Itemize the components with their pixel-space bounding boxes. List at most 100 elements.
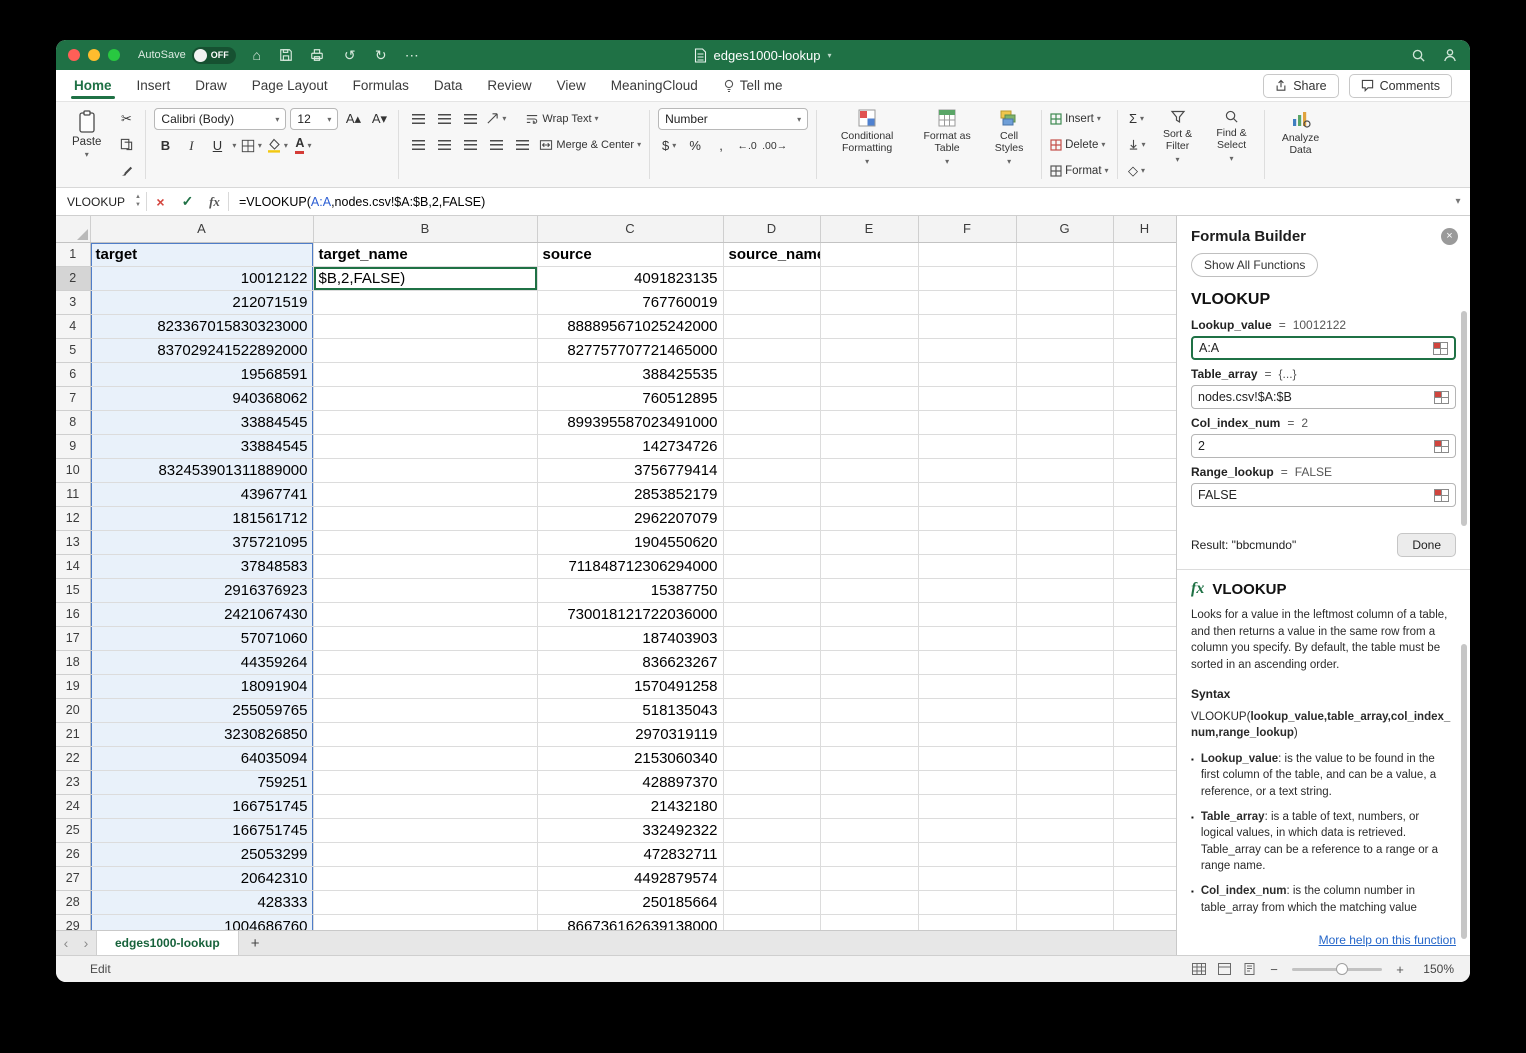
cell[interactable] [1016, 722, 1113, 746]
cell[interactable] [820, 242, 918, 266]
zoom-level[interactable]: 150% [1418, 962, 1454, 976]
format-cells-button[interactable]: Format ▾ [1050, 160, 1108, 181]
cell[interactable] [820, 530, 918, 554]
cell[interactable] [918, 698, 1016, 722]
cell[interactable] [1016, 602, 1113, 626]
decrease-font-button[interactable]: A▾ [368, 109, 390, 130]
close-formula-builder-button[interactable]: × [1441, 228, 1458, 245]
cell-target[interactable]: 181561712 [90, 506, 313, 530]
cell-source-name[interactable] [723, 890, 820, 914]
conditional-formatting-button[interactable]: Conditional Formatting ▾ [825, 108, 909, 167]
cell-target[interactable]: 212071519 [90, 290, 313, 314]
cell[interactable] [918, 674, 1016, 698]
orientation-button[interactable]: ▾ [485, 108, 507, 129]
align-center-button[interactable] [433, 134, 455, 155]
decrease-indent-button[interactable] [485, 134, 507, 155]
cell[interactable] [820, 386, 918, 410]
cell[interactable] [820, 626, 918, 650]
cell-target[interactable]: 759251 [90, 770, 313, 794]
print-icon[interactable] [310, 48, 328, 62]
share-button[interactable]: Share [1263, 74, 1338, 98]
cell-source-name[interactable] [723, 818, 820, 842]
cell[interactable] [918, 794, 1016, 818]
range-selector-icon[interactable] [1433, 342, 1448, 355]
cell-target-name[interactable] [313, 842, 537, 866]
increase-indent-button[interactable] [511, 134, 533, 155]
cell[interactable] [1016, 242, 1113, 266]
cell-source[interactable]: 142734726 [537, 434, 723, 458]
cell[interactable] [918, 338, 1016, 362]
expand-formula-bar-icon[interactable]: ▾ [1446, 188, 1470, 215]
row-header[interactable]: 16 [56, 602, 90, 626]
search-icon[interactable] [1411, 48, 1426, 63]
cell[interactable] [918, 842, 1016, 866]
cell-source[interactable]: 388425535 [537, 362, 723, 386]
column-header-a[interactable]: A [90, 216, 313, 242]
cell-source[interactable]: 21432180 [537, 794, 723, 818]
cell-source-name[interactable] [723, 434, 820, 458]
fill-color-button[interactable]: ▾ [266, 135, 288, 156]
cell-source[interactable]: 4492879574 [537, 866, 723, 890]
panel-scrollbar[interactable] [1461, 311, 1467, 526]
cell[interactable] [820, 890, 918, 914]
number-format-select[interactable]: Number ▾ [658, 108, 808, 130]
row-header[interactable]: 4 [56, 314, 90, 338]
add-sheet-button[interactable]: + [251, 935, 260, 952]
cell-source[interactable]: 472832711 [537, 842, 723, 866]
paste-button[interactable]: Paste ▾ [64, 108, 109, 161]
cell-target[interactable]: 18091904 [90, 674, 313, 698]
cell[interactable] [918, 722, 1016, 746]
normal-view-icon[interactable] [1218, 963, 1231, 975]
row-header[interactable]: 15 [56, 578, 90, 602]
cell[interactable] [820, 458, 918, 482]
font-size-select[interactable]: 12 ▾ [290, 108, 338, 130]
cell[interactable] [1113, 242, 1176, 266]
cell[interactable] [1113, 770, 1176, 794]
row-header[interactable]: 7 [56, 386, 90, 410]
cell[interactable] [918, 506, 1016, 530]
cell-target-header[interactable]: target [90, 242, 313, 266]
tab-view[interactable]: View [557, 70, 586, 101]
tab-formulas[interactable]: Formulas [353, 70, 409, 101]
cell[interactable] [820, 554, 918, 578]
align-middle-button[interactable] [433, 108, 455, 129]
cell-target-name[interactable] [313, 458, 537, 482]
cell[interactable] [1016, 890, 1113, 914]
zoom-slider[interactable] [1292, 968, 1382, 971]
cell-source-name[interactable] [723, 314, 820, 338]
cell[interactable] [820, 410, 918, 434]
zoom-in-button[interactable]: + [1394, 962, 1406, 977]
cell-source-name[interactable] [723, 722, 820, 746]
column-header-g[interactable]: G [1016, 216, 1113, 242]
cell[interactable] [1113, 482, 1176, 506]
tab-draw[interactable]: Draw [195, 70, 227, 101]
cell[interactable] [1113, 338, 1176, 362]
row-header[interactable]: 9 [56, 434, 90, 458]
cell[interactable] [820, 866, 918, 890]
cell-source[interactable]: 1904550620 [537, 530, 723, 554]
cell[interactable] [1016, 842, 1113, 866]
font-name-select[interactable]: Calibri (Body) ▾ [154, 108, 286, 130]
minimize-window-button[interactable] [88, 49, 100, 61]
autosave-toggle[interactable]: OFF [192, 47, 236, 64]
cell[interactable] [1113, 722, 1176, 746]
cell[interactable] [1113, 578, 1176, 602]
column-header-c[interactable]: C [537, 216, 723, 242]
cell-source[interactable]: 866736162639138000 [537, 914, 723, 930]
cell-target[interactable]: 10012122 [90, 266, 313, 290]
cell-source-name[interactable] [723, 914, 820, 930]
cell-target[interactable]: 832453901311889000 [90, 458, 313, 482]
align-top-button[interactable] [407, 108, 429, 129]
name-box[interactable]: VLOOKUP ▲ ▼ [56, 188, 146, 215]
cell-target[interactable]: 837029241522892000 [90, 338, 313, 362]
cell-source[interactable]: 827757707721465000 [537, 338, 723, 362]
cell[interactable] [1113, 746, 1176, 770]
underline-button[interactable]: U [206, 135, 228, 156]
cell-source-name[interactable] [723, 266, 820, 290]
clear-button[interactable]: ◇▾ [1126, 160, 1148, 181]
cell[interactable] [1016, 434, 1113, 458]
cell-target[interactable]: 166751745 [90, 794, 313, 818]
cell-target-name[interactable] [313, 530, 537, 554]
range-selector-icon[interactable] [1434, 489, 1449, 502]
cell[interactable] [918, 386, 1016, 410]
